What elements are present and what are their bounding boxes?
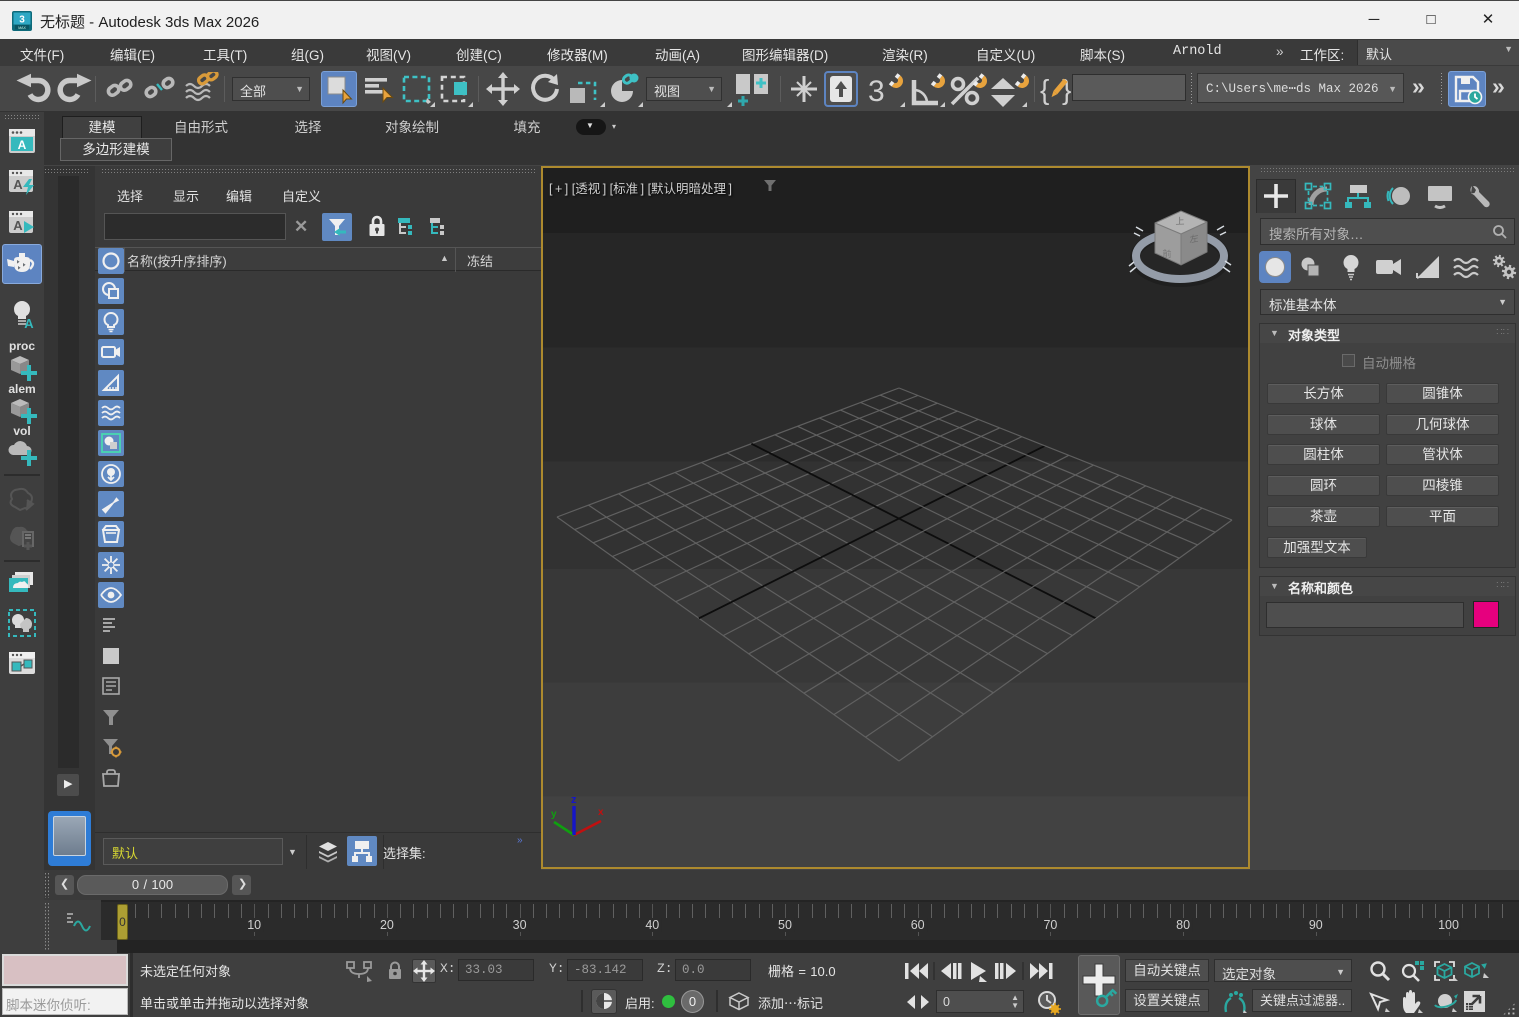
svg-text:前: 前 — [1163, 247, 1172, 259]
svg-text:MAX: MAX — [18, 26, 26, 30]
svg-text:x: x — [598, 807, 604, 818]
svg-text:z: z — [571, 794, 577, 806]
svg-text:A: A — [18, 138, 27, 152]
svg-text:3: 3 — [868, 75, 885, 108]
svg-text:y: y — [551, 809, 557, 820]
svg-text:上: 上 — [1175, 216, 1184, 226]
svg-text:A: A — [13, 218, 23, 233]
svg-text:A: A — [24, 316, 34, 328]
svg-text:左: 左 — [1189, 232, 1198, 245]
svg-text:A: A — [13, 177, 23, 192]
svg-text:{: { — [1040, 74, 1049, 105]
svg-text:3: 3 — [19, 15, 25, 26]
svg-text:}: } — [1062, 74, 1071, 105]
